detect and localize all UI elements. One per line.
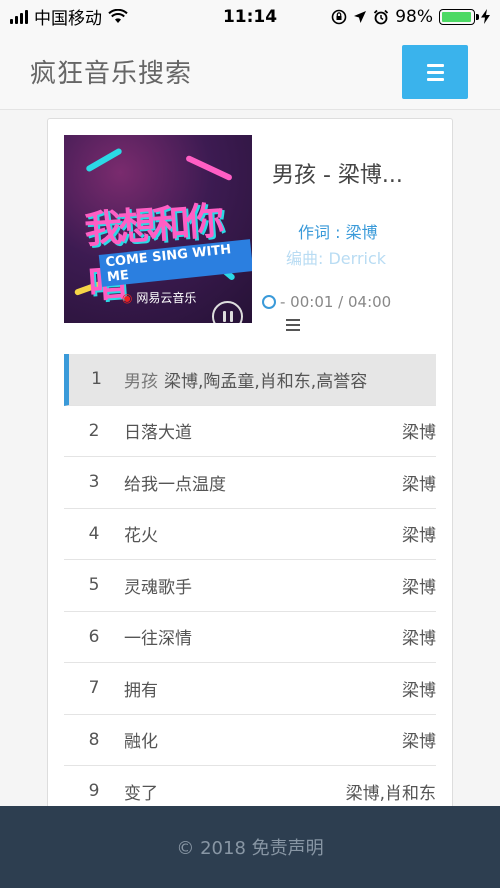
alarm-icon (374, 9, 389, 24)
status-bar: 中国移动 11:14 98% (0, 0, 500, 33)
track-name: 给我一点温度 (124, 474, 226, 495)
playlist-row[interactable]: 7 拥有 梁博 (64, 663, 436, 715)
track-artist: 梁博,陶孟童,肖和东,高誉容 (164, 371, 368, 392)
track-artist: 梁博 (402, 629, 436, 650)
track-name: 拥有 (124, 680, 158, 701)
track-number: 1 (91, 369, 102, 390)
lyric-line-next: 编曲: Derrick (286, 249, 387, 268)
rotation-lock-icon (331, 9, 347, 24)
footer-text[interactable]: © 2018 免责声明 (176, 834, 323, 860)
track-artist: 梁博 (402, 732, 436, 753)
playlist-row[interactable]: 4 花火 梁博 (64, 509, 436, 560)
track-artist: 梁博 (402, 577, 436, 598)
pause-icon (222, 311, 226, 322)
track-number: 2 (88, 420, 100, 441)
location-icon (354, 10, 367, 23)
playlist: 1 男孩 梁博,陶孟童,肖和东,高誉容 2 日落大道 梁博 3 给我一点温度 梁博 4 花火 梁博 5 灵… (64, 354, 436, 818)
playlist-row[interactable]: 1 男孩 梁博,陶孟童,肖和东,高誉容 (64, 354, 436, 406)
track-artist: 梁博 (402, 474, 436, 495)
track-number: 9 (88, 781, 100, 802)
site-title[interactable]: 疯狂音乐搜索 (30, 53, 192, 90)
footer: © 2018 免责声明 (0, 806, 500, 888)
track-artist: 梁博,肖和东 (345, 783, 436, 804)
track-number: 3 (88, 472, 100, 493)
playlist-row[interactable]: 3 给我一点温度 梁博 (64, 457, 436, 509)
playlist-row[interactable]: 8 融化 梁博 (64, 715, 436, 766)
track-number: 4 (88, 523, 100, 544)
menu-toggle-button[interactable] (402, 45, 468, 99)
track-number: 7 (88, 678, 100, 699)
track-name: 灵魂歌手 (124, 577, 192, 598)
pause-button[interactable] (212, 301, 243, 323)
charging-icon (481, 9, 490, 24)
album-cover: 我想和你唱 COME SING WITH ME ◉ 网易云音乐 (64, 135, 252, 323)
playlist-row[interactable]: 5 灵魂歌手 梁博 (64, 560, 436, 612)
battery-icon (439, 8, 479, 25)
track-name: 日落大道 (124, 423, 192, 444)
progress-indicator: - 00:01 / 04:00 (262, 293, 391, 311)
now-playing-title: 男孩 - 梁博... (272, 163, 403, 188)
track-artist: 梁博 (402, 680, 436, 701)
track-number: 8 (88, 729, 100, 750)
carrier-label: 中国移动 (34, 9, 102, 29)
wifi-icon (108, 9, 128, 23)
lyric-line-current: 作词 : 梁博 (298, 223, 378, 242)
playlist-row[interactable]: 6 一往深情 梁博 (64, 612, 436, 663)
track-artist: 梁博 (402, 526, 436, 547)
track-number: 5 (88, 575, 100, 596)
app-header: 疯狂音乐搜索 (0, 33, 500, 110)
signal-icon (10, 9, 28, 24)
hamburger-icon (426, 63, 444, 67)
playlist-row[interactable]: 2 日落大道 梁博 (64, 406, 436, 457)
track-artist: 梁博 (402, 423, 436, 444)
track-name: 花火 (124, 526, 158, 547)
cover-brand: ◉ 网易云音乐 (122, 291, 197, 305)
playlist-toggle-icon[interactable] (286, 319, 300, 331)
track-name: 男孩 (124, 371, 158, 392)
progress-time: - 00:01 / 04:00 (280, 293, 392, 311)
player-card: 我想和你唱 COME SING WITH ME ◉ 网易云音乐 男孩 - 梁博.… (47, 118, 453, 828)
battery-percent: 98% (395, 6, 433, 27)
track-name: 融化 (124, 732, 158, 753)
progress-handle[interactable] (262, 295, 276, 309)
track-name: 一往深情 (124, 629, 192, 650)
track-name: 变了 (124, 783, 158, 804)
track-number: 6 (88, 626, 100, 647)
